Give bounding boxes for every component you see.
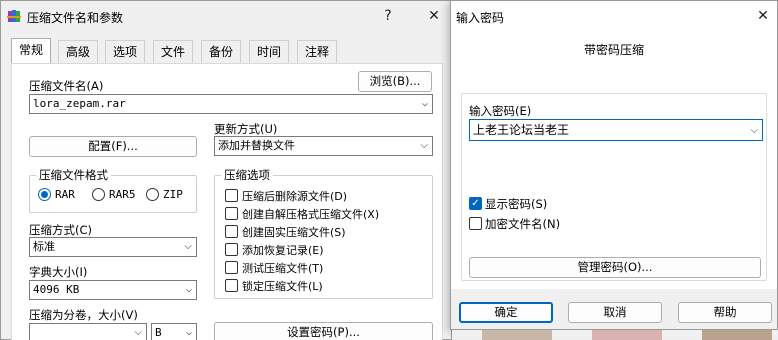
dictionary-size-select[interactable]: 4096 KB ⌵	[29, 280, 197, 300]
password-dialog-titlebar: 输入密码 ✕	[451, 1, 777, 31]
delete-after-checkbox[interactable]	[225, 189, 238, 202]
chevron-down-icon[interactable]: ⌵	[134, 324, 142, 340]
archive-format-group-title: 压缩文件格式	[36, 167, 111, 183]
archive-dialog-titlebar: 压缩文件名和参数 ? ✕	[1, 1, 451, 31]
format-zip-label: ZIP	[163, 188, 183, 201]
create-sfx-label: 创建自解压格式压缩文件(X)	[242, 208, 380, 221]
update-mode-value: 添加并替换文件	[218, 139, 295, 152]
password-dialog-title: 输入密码	[456, 11, 505, 25]
archiving-options-group: 压缩选项 压缩后删除源文件(D) 创建自解压格式压缩文件(X) 创建固实压缩文件…	[214, 167, 433, 299]
tab-backup[interactable]: 备份	[201, 40, 242, 64]
delete-after-label: 压缩后删除源文件(D)	[242, 190, 348, 203]
chevron-down-icon[interactable]: ⌵	[184, 238, 192, 256]
test-archive-label: 测试压缩文件(T)	[242, 262, 324, 275]
chevron-down-icon[interactable]: ⌵	[750, 121, 758, 140]
winrar-books-icon	[7, 8, 23, 24]
format-rar5-radio[interactable]	[92, 188, 105, 201]
set-password-button[interactable]: 设置密码(P)...	[214, 322, 433, 340]
password-dialog: 输入密码 ✕ 带密码压缩 输入密码(E) 上老王论坛当老王 ⌵ ✓ 显示密码(S…	[450, 0, 778, 330]
dictionary-size-value: 4096 KB	[33, 283, 80, 296]
chevron-down-icon[interactable]: ⌵	[420, 137, 428, 155]
chevron-down-icon[interactable]: ⌵	[422, 95, 428, 113]
encrypt-filenames-label: 加密文件名(N)	[485, 217, 561, 231]
format-rar-radio[interactable]	[38, 188, 51, 201]
recovery-record-checkbox[interactable]	[225, 243, 238, 256]
show-password-checkbox[interactable]: ✓	[469, 197, 482, 210]
format-rar-label: RAR	[55, 188, 75, 201]
help-icon[interactable]: ?	[378, 6, 398, 26]
create-sfx-checkbox[interactable]	[225, 207, 238, 220]
recovery-record-label: 添加恢复记录(E)	[242, 244, 324, 257]
create-solid-label: 创建固实压缩文件(S)	[242, 226, 346, 239]
close-icon[interactable]: ✕	[753, 6, 773, 26]
compression-method-value: 标准	[33, 240, 55, 253]
test-archive-checkbox[interactable]	[225, 261, 238, 274]
organize-passwords-button[interactable]: 管理密码(O)...	[469, 257, 761, 278]
split-size-combobox[interactable]: ⌵	[29, 323, 147, 340]
compression-method-label: 压缩方式(C)	[29, 223, 93, 237]
password-label: 输入密码(E)	[469, 104, 532, 118]
tab-general[interactable]: 常规	[11, 38, 52, 64]
update-mode-label: 更新方式(U)	[214, 122, 278, 136]
tab-files[interactable]: 文件	[153, 40, 194, 64]
create-solid-checkbox[interactable]	[225, 225, 238, 238]
password-value: 上老王论坛当老王	[473, 123, 570, 137]
chevron-down-icon[interactable]: ⌵	[186, 281, 192, 299]
split-unit-value: B	[155, 326, 162, 339]
background-thumbnail	[702, 330, 772, 340]
update-mode-select[interactable]: 添加并替换文件 ⌵	[214, 136, 433, 156]
split-volumes-label: 压缩为分卷，大小(V)	[29, 308, 138, 322]
archive-name-combobox[interactable]: lora_zepam.rar ⌵	[29, 94, 433, 114]
chevron-down-icon[interactable]: ⌵	[186, 324, 192, 340]
profiles-button[interactable]: 配置(F)...	[29, 136, 197, 157]
split-unit-select[interactable]: B ⌵	[151, 323, 197, 340]
tab-advanced[interactable]: 高级	[58, 40, 99, 64]
password-dialog-heading: 带密码压缩	[583, 43, 644, 57]
archive-options-dialog: 压缩文件名和参数 ? ✕ 常规 高级 选项 文件 备份 时间 注释 压缩文件名(…	[0, 0, 452, 340]
archive-name-value: lora_zepam.rar	[33, 97, 126, 110]
lock-archive-label: 锁定压缩文件(L)	[242, 280, 323, 293]
format-rar5-label: RAR5	[109, 188, 136, 201]
cancel-button[interactable]: 取消	[568, 302, 662, 323]
lock-archive-checkbox[interactable]	[225, 279, 238, 292]
password-input[interactable]: 上老王论坛当老王 ⌵	[469, 119, 763, 141]
help-button[interactable]: 帮助	[678, 302, 772, 323]
archive-dialog-title: 压缩文件名和参数	[27, 11, 124, 25]
show-password-label: 显示密码(S)	[485, 197, 548, 211]
archive-format-group: 压缩文件格式 RAR RAR5 ZIP	[29, 167, 197, 213]
browse-button[interactable]: 浏览(B)...	[358, 71, 432, 92]
ok-button[interactable]: 确定	[459, 302, 553, 323]
background-thumbnail	[482, 330, 552, 340]
tab-comment[interactable]: 注释	[297, 40, 338, 64]
archive-name-label: 压缩文件名(A)	[29, 79, 104, 93]
dictionary-size-label: 字典大小(I)	[29, 265, 88, 279]
format-zip-radio[interactable]	[146, 188, 159, 201]
tab-options[interactable]: 选项	[105, 40, 146, 64]
background-thumbnail	[592, 330, 662, 340]
encrypt-filenames-checkbox[interactable]	[469, 217, 482, 230]
tab-time[interactable]: 时间	[249, 40, 290, 64]
background-thumbnail-strip	[452, 330, 778, 340]
compression-method-select[interactable]: 标准 ⌵	[29, 237, 197, 257]
close-icon[interactable]: ✕	[424, 6, 444, 26]
archiving-options-group-title: 压缩选项	[221, 167, 273, 183]
